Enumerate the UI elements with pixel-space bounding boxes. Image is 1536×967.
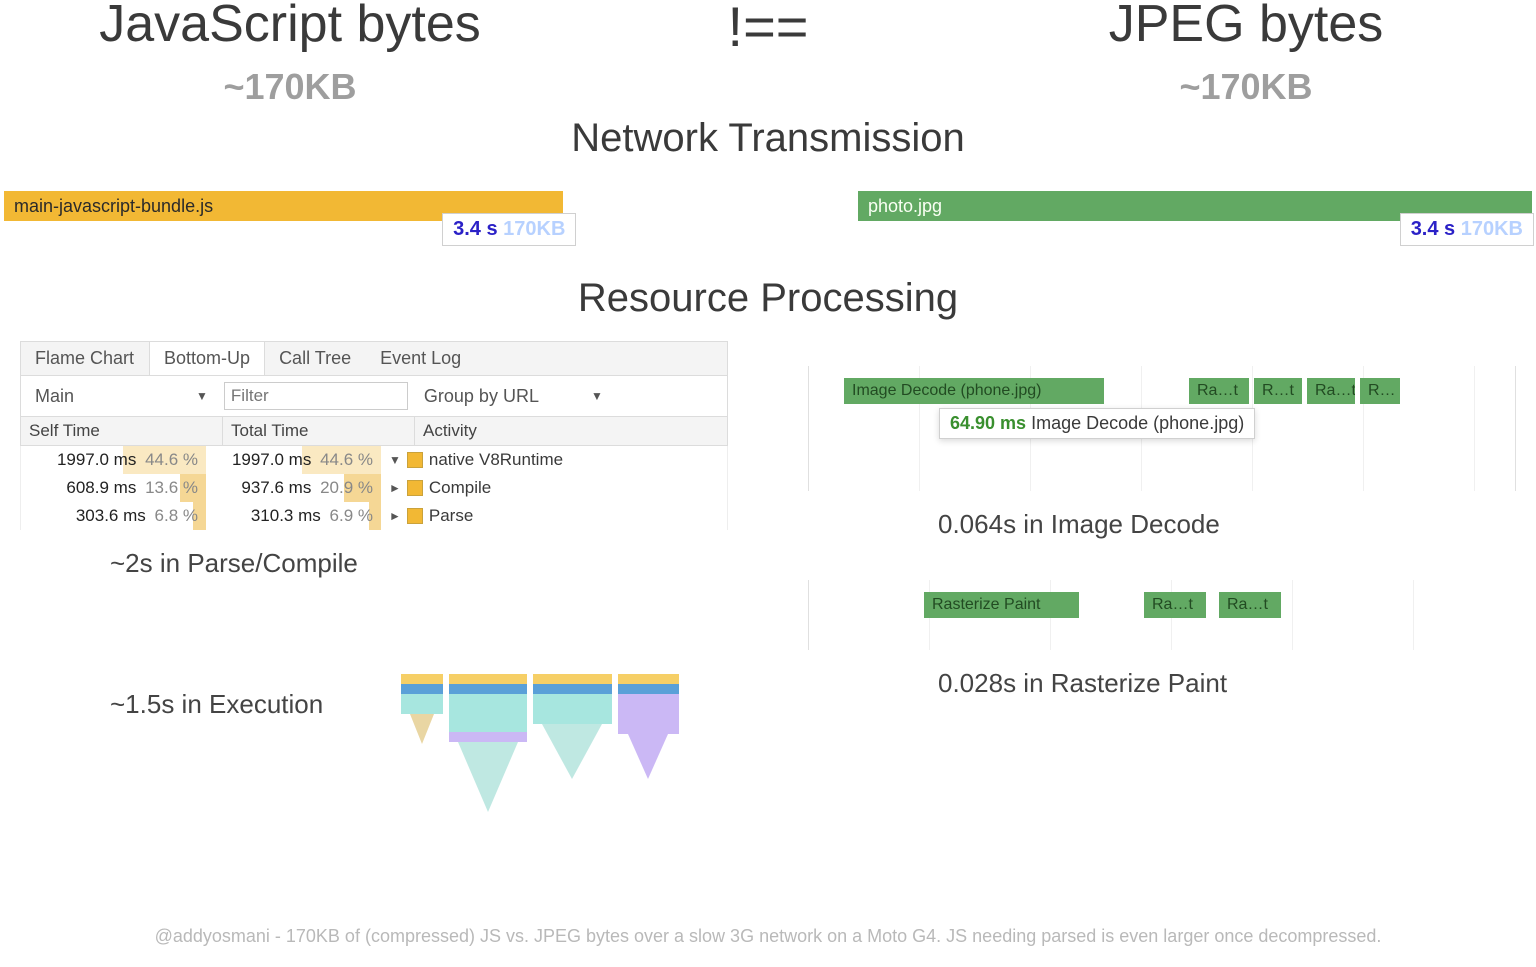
jpeg-size: 170KB [1461, 218, 1523, 240]
cell-self-time: 1997.0 ms 44.6 % [21, 446, 206, 474]
devtools-tabs: Flame Chart Bottom-Up Call Tree Event Lo… [20, 341, 728, 376]
decode-block-main: Image Decode (phone.jpg) [844, 378, 1104, 404]
cell-self-time: 608.9 ms 13.6 % [21, 474, 206, 502]
chevron-down-icon: ▼ [196, 389, 208, 403]
decode-tooltip-label: Image Decode (phone.jpg) [1031, 413, 1244, 433]
disclosure-icon[interactable]: ► [389, 481, 401, 495]
col-total-time: Total Time [223, 417, 415, 445]
processing-title: Resource Processing [0, 276, 1536, 321]
cell-self-time: 303.6 ms 6.8 % [21, 502, 206, 530]
activity-color-icon [407, 452, 423, 468]
js-network-badge: 3.4 s 170KB [442, 213, 576, 246]
processing-row: Flame Chart Bottom-Up Call Tree Event Lo… [0, 341, 1536, 839]
table-body: 1997.0 ms 44.6 %1997.0 ms 44.6 %▼ native… [20, 446, 728, 530]
cell-activity: ▼ native V8Runtime [381, 446, 727, 474]
disclosure-icon[interactable]: ► [389, 509, 401, 523]
slide: JavaScript bytes ~170KB !== JPEG bytes ~… [0, 0, 1536, 961]
disclosure-icon[interactable]: ▼ [389, 453, 401, 467]
cell-activity: ► Parse [381, 502, 727, 530]
col-activity: Activity [415, 417, 727, 445]
jpeg-kb: ~170KB [1016, 66, 1476, 108]
activity-color-icon [407, 508, 423, 524]
header-right: JPEG bytes ~170KB [1016, 0, 1476, 108]
decode-block-s2: R…t [1254, 378, 1302, 404]
raster-block-2: Ra…t [1144, 592, 1206, 618]
decode-block-s1: Ra…t [1189, 378, 1249, 404]
cell-total-time: 310.3 ms 6.9 % [206, 502, 381, 530]
jpeg-network-badge: 3.4 s 170KB [1400, 213, 1534, 246]
tab-flame-chart[interactable]: Flame Chart [21, 342, 149, 375]
tab-event-log[interactable]: Event Log [366, 342, 476, 375]
js-kb: ~170KB [60, 66, 520, 108]
network-jpeg-col: photo.jpg 3.4 s 170KB [858, 191, 1532, 246]
header-row: JavaScript bytes ~170KB !== JPEG bytes ~… [0, 0, 1536, 108]
devtools: Flame Chart Bottom-Up Call Tree Event Lo… [20, 341, 728, 530]
footer-credit: @addyosmani - 170KB of (compressed) JS v… [50, 926, 1486, 947]
raster-block-1: Rasterize Paint [924, 592, 1079, 618]
network-js-col: main-javascript-bundle.js 3.4 s 170KB [4, 191, 678, 246]
cell-total-time: 937.6 ms 20.9 % [206, 474, 381, 502]
decode-block-s3: Ra…t [1307, 378, 1355, 404]
network-title: Network Transmission [0, 116, 1536, 161]
cell-total-time: 1997.0 ms 44.6 % [206, 446, 381, 474]
cell-activity: ► Compile [381, 474, 727, 502]
devtools-panel: Flame Chart Bottom-Up Call Tree Event Lo… [20, 341, 728, 839]
flame-graph-icon [400, 674, 680, 824]
js-size: 170KB [503, 218, 565, 240]
raster-timeline: Rasterize Paint Ra…t Ra…t [808, 580, 1516, 650]
table-header: Self Time Total Time Activity [20, 417, 728, 446]
raster-block-3: Ra…t [1219, 592, 1281, 618]
network-row: main-javascript-bundle.js 3.4 s 170KB ph… [0, 191, 1536, 246]
thread-dropdown[interactable]: Main ▼ [29, 384, 214, 409]
activity-color-icon [407, 480, 423, 496]
summary-parse-compile: ~2s in Parse/Compile [110, 548, 728, 579]
summary-image-decode: 0.064s in Image Decode [938, 509, 1516, 540]
jpeg-title: JPEG bytes [1016, 0, 1476, 54]
header-left: JavaScript bytes ~170KB [60, 0, 520, 108]
group-label: Group by URL [424, 386, 539, 407]
col-self-time: Self Time [21, 417, 223, 445]
devtools-filter-row: Main ▼ Group by URL ▼ [20, 376, 728, 417]
thread-label: Main [35, 386, 74, 407]
tab-call-tree[interactable]: Call Tree [265, 342, 366, 375]
table-row[interactable]: 303.6 ms 6.8 %310.3 ms 6.9 %► Parse [20, 502, 728, 530]
decode-block-s4: R… [1360, 378, 1400, 404]
chevron-down-icon: ▼ [591, 389, 603, 403]
group-dropdown[interactable]: Group by URL ▼ [418, 384, 609, 409]
summary-rasterize: 0.028s in Rasterize Paint [938, 668, 1516, 699]
table-row[interactable]: 608.9 ms 13.6 %937.6 ms 20.9 %► Compile [20, 474, 728, 502]
filter-input[interactable] [224, 382, 408, 410]
decode-tooltip-ms: 64.90 ms [950, 413, 1026, 433]
table-row[interactable]: 1997.0 ms 44.6 %1997.0 ms 44.6 %▼ native… [20, 446, 728, 474]
js-time: 3.4 s [453, 218, 497, 240]
tab-bottom-up[interactable]: Bottom-Up [149, 342, 265, 375]
decode-timeline: Image Decode (phone.jpg) Ra…t R…t Ra…t R… [808, 366, 1516, 491]
js-title: JavaScript bytes [60, 0, 520, 54]
decode-tooltip: 64.90 ms Image Decode (phone.jpg) [939, 408, 1255, 439]
jpeg-time: 3.4 s [1411, 218, 1455, 240]
image-processing-panel: Image Decode (phone.jpg) Ra…t R…t Ra…t R… [808, 341, 1516, 839]
neq-symbol: !== [520, 0, 1016, 59]
